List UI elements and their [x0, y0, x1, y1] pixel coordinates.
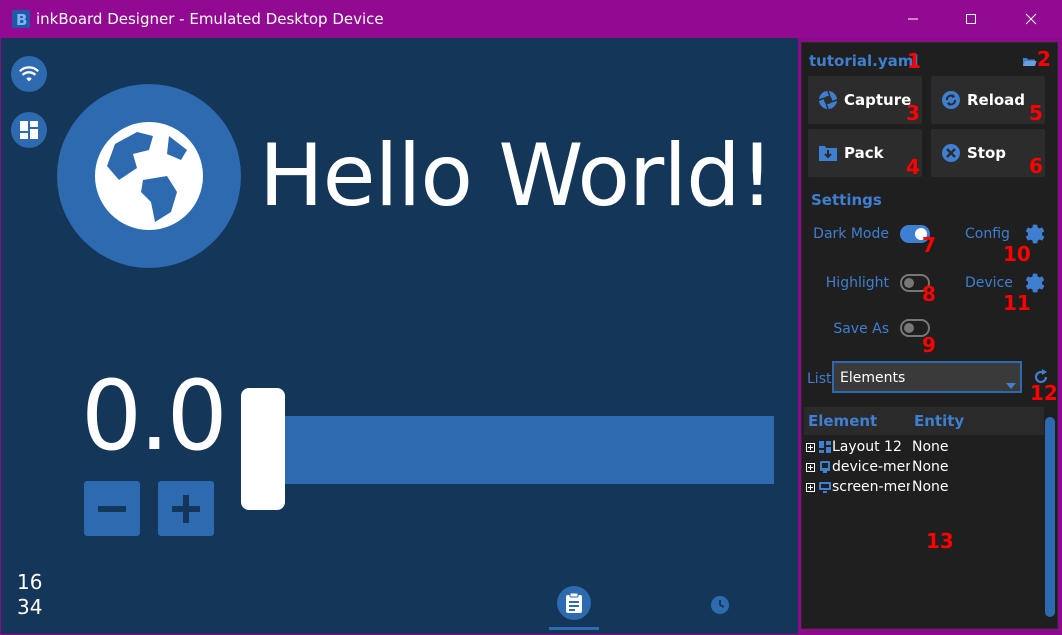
tree-element-name: device-menu: [832, 459, 910, 475]
maximize-button[interactable]: [948, 0, 994, 38]
tree-row[interactable]: screen-menu None: [804, 478, 1044, 498]
toggle-knob: [904, 323, 914, 333]
tab-clock[interactable]: [709, 594, 731, 616]
stop-button[interactable]: Stop: [931, 129, 1045, 177]
wifi-button[interactable]: [11, 56, 47, 92]
clock-display: 16 34: [17, 570, 42, 620]
slider-track[interactable]: [263, 416, 774, 484]
tree-element-name: screen-menu: [832, 479, 910, 495]
annotation-5: 5: [1029, 101, 1043, 125]
annotation-3: 3: [906, 101, 920, 125]
list-selected-value: Elements: [840, 370, 906, 386]
expand-icon[interactable]: [806, 443, 815, 452]
tree-scrollbar[interactable]: [1044, 407, 1056, 625]
pack-label: Pack: [844, 144, 884, 162]
annotation-12: 12: [1030, 381, 1058, 405]
save-as-label: Save As: [833, 321, 889, 337]
stop-label: Stop: [967, 144, 1007, 162]
app-window: B inkBoard Designer - Emulated Desktop D…: [0, 0, 1062, 635]
chevron-down-icon: [1006, 383, 1016, 389]
active-tab-indicator: [549, 627, 599, 630]
plus-icon: [172, 494, 200, 523]
maximize-icon: [966, 14, 976, 24]
clock-hours: 16: [17, 570, 43, 594]
tree-row[interactable]: device-menu None: [804, 458, 1044, 478]
highlight-label: Highlight: [825, 275, 889, 291]
screen-icon: [819, 482, 831, 493]
tree-entity: None: [912, 479, 949, 495]
close-button[interactable]: [1008, 0, 1054, 38]
layout-icon: [819, 441, 831, 453]
clock-minutes: 34: [17, 595, 43, 619]
minus-icon: [98, 505, 126, 512]
dashboard-button[interactable]: [11, 112, 47, 148]
tree-entity: None: [912, 439, 949, 455]
slider-value: 0.0: [81, 360, 228, 472]
device-screen: Hello World! 0.0 16 34: [1, 38, 798, 634]
reload-button[interactable]: Reload: [931, 76, 1045, 124]
annotation-8: 8: [922, 282, 936, 306]
stop-icon: [942, 144, 960, 162]
annotation-10: 10: [1003, 242, 1031, 266]
config-label: Config: [965, 226, 1010, 242]
designer-panel: tutorial.yaml 1 2 Capture 3 Reload 5 Pac…: [801, 42, 1058, 629]
inkboard-logo-icon: B: [12, 10, 30, 29]
reload-label: Reload: [967, 91, 1026, 109]
title-bar[interactable]: B inkBoard Designer - Emulated Desktop D…: [0, 0, 1062, 38]
list-label: List: [807, 371, 832, 387]
reload-icon: [942, 91, 960, 109]
greeting-text: Hello World!: [259, 126, 774, 226]
clipboard-icon: [566, 592, 582, 613]
scrollbar-thumb[interactable]: [1045, 417, 1055, 617]
column-header-element[interactable]: Element: [808, 412, 877, 430]
tree-header: Element Entity: [804, 407, 1044, 435]
pack-button[interactable]: Pack: [808, 129, 922, 177]
decrement-button[interactable]: [84, 481, 140, 536]
annotation-13: 13: [926, 529, 954, 553]
tree-entity: None: [912, 459, 949, 475]
device-label: Device: [965, 275, 1013, 291]
config-file-name: tutorial.yaml: [809, 52, 919, 70]
pack-icon: [819, 146, 837, 161]
open-folder-icon[interactable]: [1022, 56, 1037, 68]
aperture-icon: [818, 90, 838, 110]
tab-clipboard[interactable]: [557, 586, 591, 620]
column-header-entity[interactable]: Entity: [914, 412, 964, 430]
annotation-9: 9: [922, 333, 936, 357]
element-tree: Element Entity Layout 12 None device-men…: [804, 407, 1044, 627]
annotation-7: 7: [922, 233, 936, 257]
capture-label: Capture: [844, 91, 912, 109]
annotation-4: 4: [906, 155, 920, 179]
svg-text:B: B: [16, 11, 27, 29]
annotation-11: 11: [1003, 291, 1031, 315]
settings-header: Settings: [811, 191, 882, 209]
clock-icon: [711, 596, 729, 614]
device-icon: [820, 461, 830, 473]
minimize-button[interactable]: [890, 0, 936, 38]
slider-handle[interactable]: [241, 388, 285, 510]
annotation-2: 2: [1037, 47, 1051, 71]
earth-icon: [95, 122, 203, 230]
dark-mode-label: Dark Mode: [813, 226, 889, 242]
increment-button[interactable]: [158, 481, 214, 536]
expand-icon[interactable]: [806, 483, 815, 492]
annotation-1: 1: [907, 49, 921, 73]
tree-row[interactable]: Layout 12 None: [804, 438, 1044, 458]
globe-badge: [57, 84, 241, 268]
minimize-icon: [908, 18, 918, 20]
annotation-6: 6: [1029, 154, 1043, 178]
tree-element-name: Layout 12: [832, 439, 902, 455]
list-select[interactable]: Elements: [832, 361, 1022, 393]
window-title: inkBoard Designer - Emulated Desktop Dev…: [36, 10, 384, 28]
toggle-knob: [904, 278, 914, 288]
close-icon: [1025, 13, 1037, 25]
capture-button[interactable]: Capture: [808, 76, 922, 124]
dashboard-icon: [20, 121, 38, 139]
expand-icon[interactable]: [806, 463, 815, 472]
wifi-icon: [19, 66, 39, 82]
